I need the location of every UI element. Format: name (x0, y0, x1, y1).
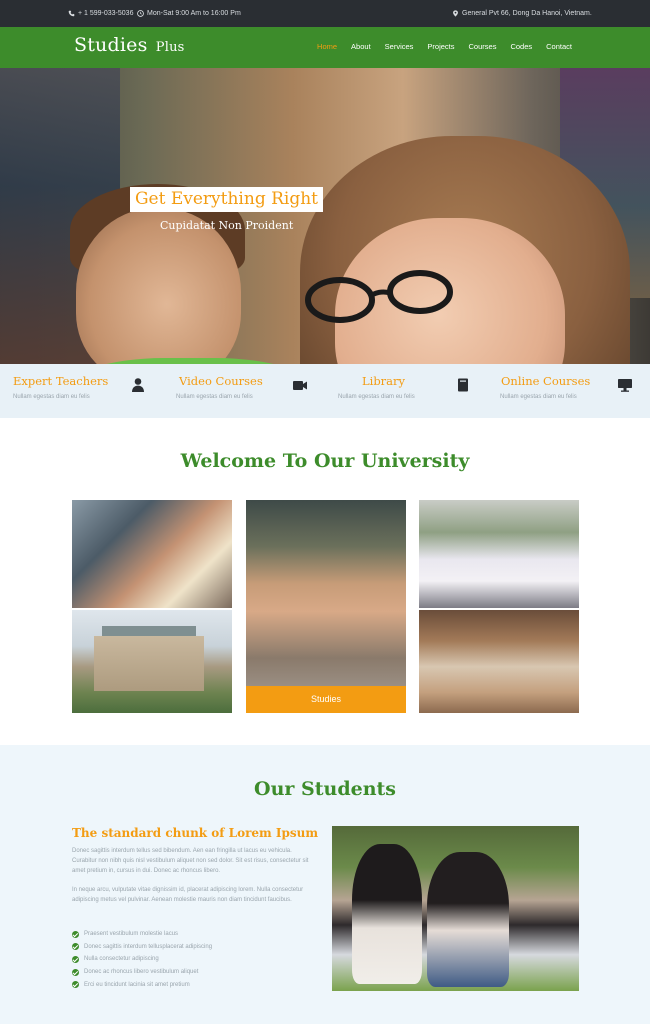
list-item-text: Praesent vestibulum molestie lacus (84, 931, 179, 938)
address: General Pvt 66, Dong Da Hanoi, Vietnam. (462, 10, 592, 17)
list-item: Donec ac rhoncus libero vestibulum aliqu… (72, 966, 212, 979)
main-header: Studies Plus Home About Services Project… (0, 27, 650, 68)
logo-name: Studies (74, 34, 148, 56)
list-item-text: Erci eu tincidunt lacinia sit amet preti… (84, 981, 190, 988)
gallery-photo-building[interactable] (72, 610, 232, 713)
feature-library[interactable]: Library Nullam egestas diam eu felis (338, 374, 478, 400)
check-circle-icon (72, 955, 79, 963)
site-logo[interactable]: Studies Plus (74, 34, 185, 56)
list-item-text: Donec sagittis interdum tellusplacerat a… (84, 943, 213, 950)
top-info-bar: + 1 599-033-5036 Mon-Sat 9:00 Am to 16:0… (0, 0, 650, 27)
students-paragraph-2: In neque arcu, vulputate vitae dignissim… (72, 887, 304, 903)
feature-expert-teachers[interactable]: Expert Teachers Nullam egestas diam eu f… (13, 374, 153, 400)
gallery-photo-studies[interactable]: Studies (246, 500, 406, 713)
nav-about[interactable]: About (351, 42, 371, 51)
nav-codes[interactable]: Codes (510, 42, 532, 51)
address-info: General Pvt 66, Dong Da Hanoi, Vietnam. (452, 10, 592, 17)
nav-services[interactable]: Services (385, 42, 414, 51)
phone-icon (68, 10, 75, 17)
gallery-photo-reading[interactable] (419, 500, 579, 608)
feature-online-courses[interactable]: Online Courses Nullam egestas diam eu fe… (500, 374, 640, 400)
list-item-text: Donec ac rhoncus libero vestibulum aliqu… (84, 969, 199, 976)
phone-info: + 1 599-033-5036 (68, 10, 133, 17)
gallery-photo-classroom[interactable] (72, 500, 232, 608)
opening-hours: Mon-Sat 9:00 Am to 16:00 Pm (147, 10, 241, 17)
gallery-photo-students-group (246, 500, 406, 686)
clock-icon (137, 10, 144, 17)
phone-number: + 1 599-033-5036 (78, 10, 134, 17)
hero-glasses (305, 270, 453, 323)
check-circle-icon (72, 930, 79, 938)
feature-text: Nullam egestas diam eu felis (500, 394, 577, 400)
hero-badge: Get Everything Right (130, 187, 323, 212)
list-item: Donec sagittis interdum tellusplacerat a… (72, 941, 212, 954)
main-nav: Home About Services Projects Courses Cod… (303, 42, 572, 51)
hours-info: Mon-Sat 9:00 Am to 16:00 Pm (137, 10, 241, 17)
list-item: Nulla consectetur adipiscing (72, 953, 212, 966)
students-photo-girl-right (427, 852, 509, 987)
book-icon (458, 378, 468, 392)
feature-text: Nullam egestas diam eu felis (338, 394, 415, 400)
nav-projects[interactable]: Projects (427, 42, 454, 51)
check-circle-icon (72, 943, 79, 951)
students-photo-girl-left (352, 844, 422, 984)
list-item: Erci eu tincidunt lacinia sit amet preti… (72, 978, 212, 991)
map-marker-icon (453, 10, 458, 17)
welcome-title: Welcome To Our University (180, 450, 470, 472)
gallery-photo-library-hall[interactable] (419, 610, 579, 713)
list-item-text: Nulla consectetur adipiscing (84, 956, 159, 963)
students-paragraph-1: Donec sagittis interdum tellus sed biben… (72, 848, 309, 874)
hero-banner (0, 68, 650, 364)
students-title: Our Students (254, 778, 396, 800)
list-item: Praesent vestibulum molestie lacus (72, 928, 212, 941)
desktop-icon (618, 379, 632, 392)
check-circle-icon (72, 968, 79, 976)
features-strip: Expert Teachers Nullam egestas diam eu f… (0, 364, 650, 418)
feature-text: Nullam egestas diam eu felis (176, 394, 253, 400)
check-circle-icon (72, 981, 79, 989)
video-camera-icon (293, 381, 307, 390)
hero-subtitle: Cupidatat Non Proident (160, 219, 294, 232)
students-subtitle: The standard chunk of Lorem Ipsum (72, 826, 319, 840)
logo-suffix: Plus (155, 40, 185, 55)
feature-video-courses[interactable]: Video Courses Nullam egestas diam eu fel… (176, 374, 316, 400)
students-photo (332, 826, 579, 991)
students-checklist: Praesent vestibulum molestie lacus Donec… (72, 928, 212, 991)
building-facade (94, 636, 204, 691)
nav-home[interactable]: Home (317, 42, 337, 51)
nav-courses[interactable]: Courses (469, 42, 497, 51)
feature-text: Nullam egestas diam eu felis (13, 394, 90, 400)
gallery-caption: Studies (310, 694, 342, 704)
user-icon (132, 378, 144, 392)
nav-contact[interactable]: Contact (546, 42, 572, 51)
